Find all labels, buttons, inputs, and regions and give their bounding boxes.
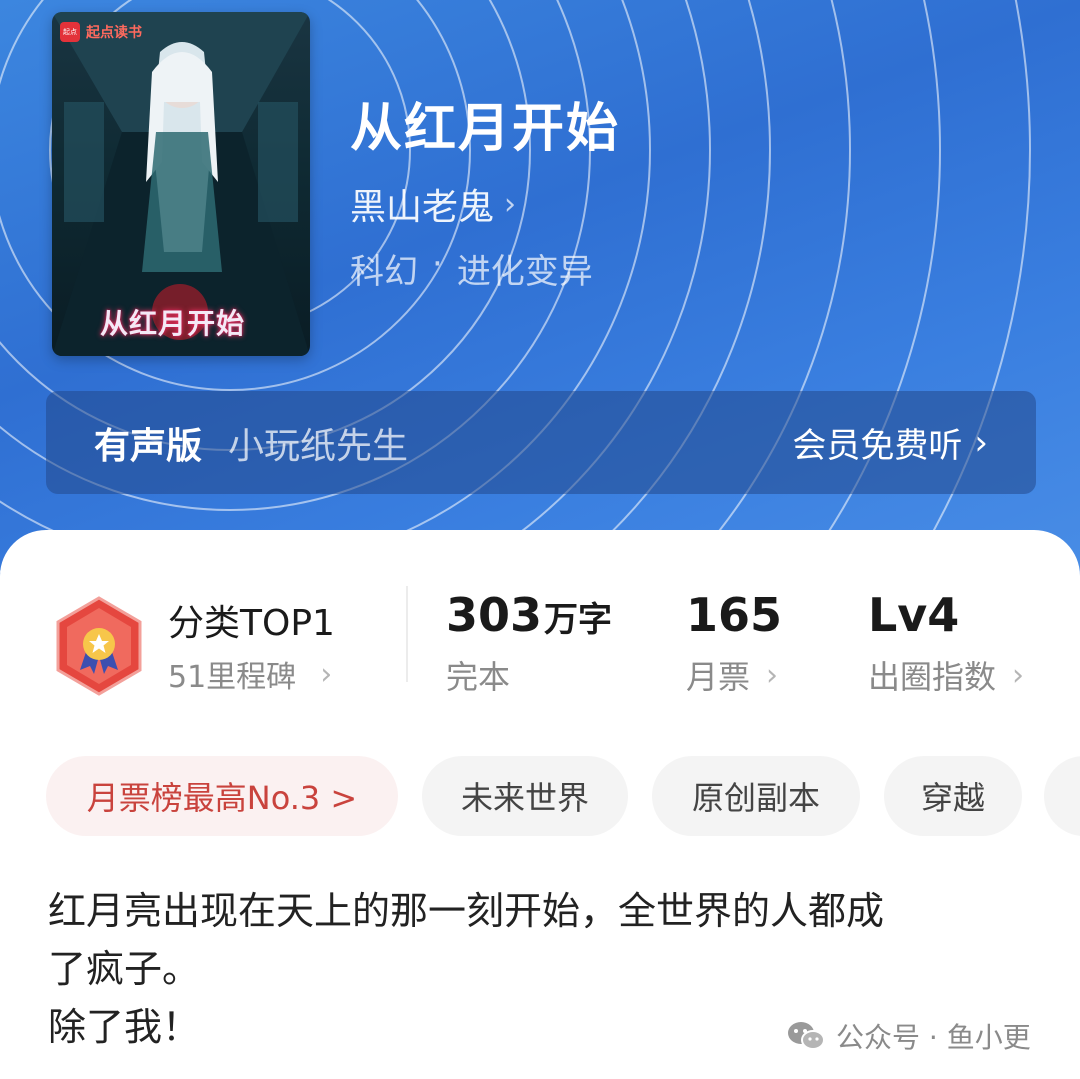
audiobook-label: 有声版	[94, 425, 203, 467]
cover-brand-text: 起点读书	[86, 25, 142, 41]
tag-time-travel[interactable]: 穿越	[884, 756, 1022, 836]
popularity-index-stat[interactable]: Lv4 出圈指数 ›	[868, 588, 1024, 698]
chevron-right-icon: ›	[1012, 657, 1025, 693]
word-count-unit: 万字	[544, 600, 613, 640]
author-link[interactable]: 黑山老鬼 ›	[350, 178, 516, 230]
audiobook-bar[interactable]: 有声版 小玩纸先生 会员免费听 ›	[46, 391, 1036, 494]
word-count-value: 303	[446, 588, 543, 642]
genre-row: 科幻 · 进化变异	[350, 244, 593, 293]
chevron-right-icon: ›	[974, 422, 988, 463]
popularity-level-value: Lv4	[868, 588, 960, 642]
category[interactable]: 科幻	[350, 244, 418, 293]
chevron-right-icon: ›	[504, 186, 517, 222]
audiobook-narrator: 小玩纸先生	[228, 425, 409, 467]
cover-title-art: 从红月开始	[100, 307, 246, 340]
milestone-link[interactable]: 51里程碑 ›	[168, 652, 332, 696]
genre-separator: ·	[432, 244, 443, 284]
member-free-listen-button[interactable]: 会员免费听 ›	[792, 418, 988, 467]
qidian-logo-icon: 起点	[60, 22, 80, 42]
monthly-ticket-value: 165	[686, 588, 783, 642]
medal-icon	[56, 596, 142, 696]
milestone-count: 51里程碑	[168, 660, 297, 695]
book-title: 从红月开始	[350, 98, 621, 159]
popularity-index-label: 出圈指数	[868, 658, 997, 696]
watermark-text: 公众号 · 鱼小更	[836, 1021, 1031, 1054]
tag-monthly-rank[interactable]: 月票榜最高No.3 >	[46, 756, 398, 836]
synopsis-line: 红月亮出现在天上的那一刻开始，全世界的人都成	[48, 889, 885, 933]
cover-brand: 起点 起点读书	[60, 22, 142, 42]
completion-status: 完本	[446, 658, 511, 696]
book-cover[interactable]: 起点 起点读书 从红月开始	[52, 12, 310, 356]
book-hero-header: 起点 起点读书 从红月开始 从红月开始 黑山老鬼 › 科幻 · 进化变异 有声版…	[0, 0, 1080, 600]
subcategory[interactable]: 进化变异	[457, 244, 593, 293]
chevron-right-icon: ›	[320, 656, 333, 692]
monthly-ticket-label: 月票	[686, 658, 751, 696]
member-free-listen-label: 会员免费听	[792, 426, 963, 466]
chevron-right-icon: ›	[766, 657, 779, 693]
category-rank-title[interactable]: 分类TOP1	[168, 594, 335, 646]
wechat-icon	[788, 1022, 825, 1050]
author-name: 黑山老鬼	[350, 187, 495, 228]
synopsis-line: 了疯子。	[48, 947, 201, 991]
word-count-stat: 303 万字 完本	[446, 588, 612, 698]
monthly-ticket-stat[interactable]: 165 月票 ›	[686, 588, 782, 698]
watermark: 公众号 · 鱼小更	[786, 1016, 1031, 1056]
tag-future-world[interactable]: 未来世界	[422, 756, 628, 836]
tag-original-dungeon[interactable]: 原创副本	[652, 756, 860, 836]
stats-divider	[406, 586, 408, 682]
